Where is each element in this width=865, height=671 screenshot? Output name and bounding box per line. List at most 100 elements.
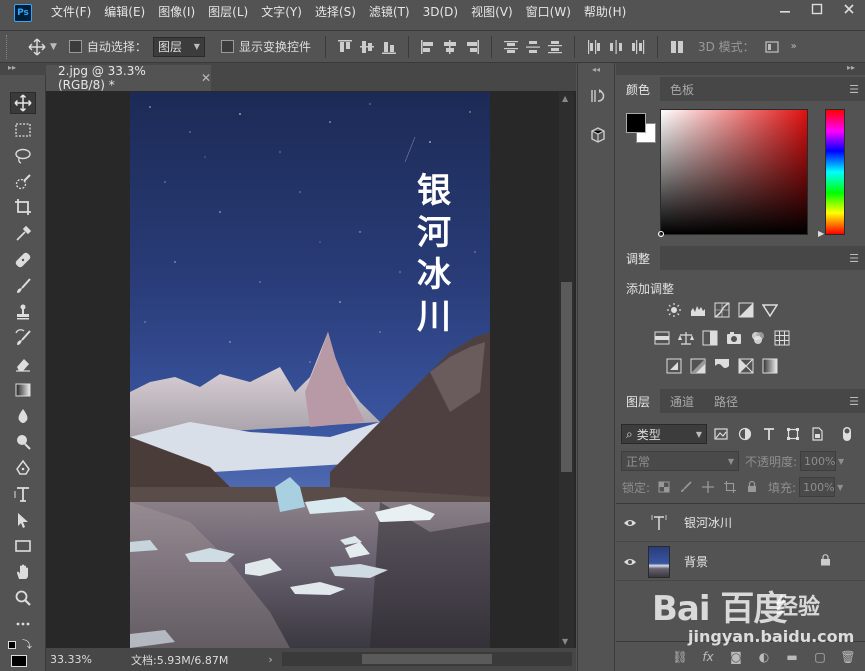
photo-filter-icon[interactable] bbox=[724, 329, 744, 347]
dock-expand-icon[interactable]: ▸▸ bbox=[847, 63, 855, 72]
vibrance-icon[interactable] bbox=[760, 301, 780, 319]
channel-mixer-icon[interactable] bbox=[748, 329, 768, 347]
eyedropper-tool-icon[interactable] bbox=[10, 223, 36, 245]
distribute-top-icon[interactable] bbox=[500, 37, 522, 57]
brush-tool-icon[interactable] bbox=[10, 275, 36, 297]
lock-transparent-pixels-icon[interactable] bbox=[656, 479, 672, 495]
distribute-vcenter-icon[interactable] bbox=[522, 37, 544, 57]
menu-file[interactable]: 文件(F) bbox=[46, 0, 96, 25]
panel-menu-icon[interactable]: ☰ bbox=[849, 252, 859, 265]
options-grip[interactable] bbox=[6, 34, 12, 59]
rectangle-tool-icon[interactable] bbox=[10, 535, 36, 557]
layer-row[interactable]: 背景 bbox=[616, 543, 865, 581]
menu-help[interactable]: 帮助(H) bbox=[579, 0, 631, 25]
posterize-icon[interactable] bbox=[688, 357, 708, 375]
add-mask-icon[interactable]: ◙ bbox=[725, 646, 747, 668]
blur-tool-icon[interactable] bbox=[10, 405, 36, 427]
menu-filter[interactable]: 滤镜(T) bbox=[364, 0, 415, 25]
link-layers-icon[interactable]: ⛓ bbox=[669, 646, 691, 668]
filter-smart-object-icon[interactable] bbox=[807, 424, 827, 444]
selective-color-icon[interactable] bbox=[736, 357, 756, 375]
blend-mode-dropdown[interactable]: 正常 ▼ bbox=[621, 451, 739, 471]
menu-view[interactable]: 视图(V) bbox=[466, 0, 518, 25]
tab-swatches[interactable]: 色板 bbox=[660, 77, 704, 101]
foreground-swatch[interactable] bbox=[626, 113, 646, 133]
menu-edit[interactable]: 编辑(E) bbox=[99, 0, 150, 25]
tab-channels[interactable]: 通道 bbox=[660, 389, 704, 413]
hue-slider-handle-icon[interactable]: ▶ bbox=[818, 229, 824, 238]
lock-image-pixels-icon[interactable] bbox=[678, 479, 694, 495]
menu-3d[interactable]: 3D(D) bbox=[418, 0, 463, 25]
lasso-tool-icon[interactable] bbox=[10, 145, 36, 167]
menu-type[interactable]: 文字(Y) bbox=[256, 0, 307, 25]
black-white-icon[interactable] bbox=[700, 329, 720, 347]
distribute-left-icon[interactable] bbox=[583, 37, 605, 57]
filter-shape-layer-icon[interactable] bbox=[783, 424, 803, 444]
lock-artboard-icon[interactable] bbox=[722, 479, 738, 495]
menu-image[interactable]: 图像(I) bbox=[153, 0, 200, 25]
3d-orbit-icon[interactable] bbox=[761, 37, 783, 57]
levels-icon[interactable] bbox=[688, 301, 708, 319]
menu-select[interactable]: 选择(S) bbox=[310, 0, 361, 25]
horizontal-scrollbar[interactable] bbox=[282, 652, 572, 666]
document-tab[interactable]: 2.jpg @ 33.3%(RGB/8) * ✕ bbox=[46, 64, 211, 92]
new-layer-icon[interactable]: ▢ bbox=[809, 646, 831, 668]
tab-adjustments[interactable]: 调整 bbox=[616, 246, 661, 270]
3d-mode-dropdown-icon[interactable]: » bbox=[783, 37, 805, 57]
color-balance-icon[interactable] bbox=[676, 329, 696, 347]
distribute-bottom-icon[interactable] bbox=[544, 37, 566, 57]
layer-name[interactable]: 银河冰川 bbox=[684, 514, 732, 531]
vertical-scrollbar[interactable]: ▲ ▼ bbox=[559, 92, 574, 648]
scroll-down-icon[interactable]: ▼ bbox=[562, 637, 568, 646]
type-tool-icon[interactable] bbox=[10, 483, 36, 505]
distribute-hcenter-icon[interactable] bbox=[605, 37, 627, 57]
filter-pixel-layer-icon[interactable] bbox=[711, 424, 731, 444]
tab-color[interactable]: 颜色 bbox=[616, 77, 661, 101]
fill-chevron-icon[interactable]: ▼ bbox=[837, 483, 843, 492]
status-menu-chevron-icon[interactable]: › bbox=[268, 653, 272, 666]
visibility-eye-icon[interactable] bbox=[616, 557, 644, 567]
brightness-contrast-icon[interactable] bbox=[664, 301, 684, 319]
toolbar-collapse-icon[interactable]: ▸▸ bbox=[0, 63, 46, 75]
align-bottom-icon[interactable] bbox=[378, 37, 400, 57]
color-picker-marker[interactable] bbox=[658, 231, 664, 237]
scroll-up-icon[interactable]: ▲ bbox=[562, 94, 568, 103]
new-group-icon[interactable]: ▬ bbox=[781, 646, 803, 668]
align-hcenter-icon[interactable] bbox=[439, 37, 461, 57]
healing-brush-tool-icon[interactable] bbox=[10, 249, 36, 271]
hue-saturation-icon[interactable] bbox=[652, 329, 672, 347]
filter-type-layer-icon[interactable] bbox=[759, 424, 779, 444]
vertical-scroll-thumb[interactable] bbox=[561, 282, 572, 472]
curves-icon[interactable] bbox=[712, 301, 732, 319]
horizontal-scroll-thumb[interactable] bbox=[362, 654, 492, 664]
close-icon[interactable] bbox=[833, 0, 865, 18]
more-tools-icon[interactable] bbox=[10, 613, 36, 635]
history-panel-icon[interactable] bbox=[587, 85, 609, 107]
path-selection-tool-icon[interactable] bbox=[10, 509, 36, 531]
move-tool-preset-icon[interactable] bbox=[26, 37, 48, 57]
dodge-tool-icon[interactable] bbox=[10, 431, 36, 453]
eraser-tool-icon[interactable] bbox=[10, 353, 36, 375]
quick-selection-tool-icon[interactable] bbox=[10, 171, 36, 193]
filter-adjustment-layer-icon[interactable] bbox=[735, 424, 755, 444]
opacity-field[interactable]: 100% bbox=[800, 451, 837, 471]
hue-slider[interactable] bbox=[825, 109, 845, 235]
menu-window[interactable]: 窗口(W) bbox=[521, 0, 576, 25]
menu-layer[interactable]: 图层(L) bbox=[203, 0, 253, 25]
layer-lock-icon[interactable] bbox=[820, 554, 831, 569]
swap-colors-icon[interactable]: ⤵ bbox=[22, 641, 32, 651]
panel-menu-icon[interactable]: ☰ bbox=[849, 395, 859, 408]
distribute-right-icon[interactable] bbox=[627, 37, 649, 57]
align-left-icon[interactable] bbox=[417, 37, 439, 57]
fg-bg-color-swatches[interactable]: ⤵ bbox=[8, 641, 38, 669]
hand-tool-icon[interactable] bbox=[10, 561, 36, 583]
color-field[interactable] bbox=[660, 109, 808, 235]
lock-all-icon[interactable] bbox=[744, 479, 760, 495]
panel-menu-icon[interactable]: ☰ bbox=[849, 83, 859, 96]
new-adjustment-layer-icon[interactable]: ◐ bbox=[753, 646, 775, 668]
visibility-eye-icon[interactable] bbox=[616, 518, 644, 528]
align-top-icon[interactable] bbox=[334, 37, 356, 57]
marquee-tool-icon[interactable] bbox=[10, 119, 36, 141]
maximize-icon[interactable] bbox=[801, 0, 833, 18]
show-transform-checkbox[interactable] bbox=[220, 40, 234, 53]
